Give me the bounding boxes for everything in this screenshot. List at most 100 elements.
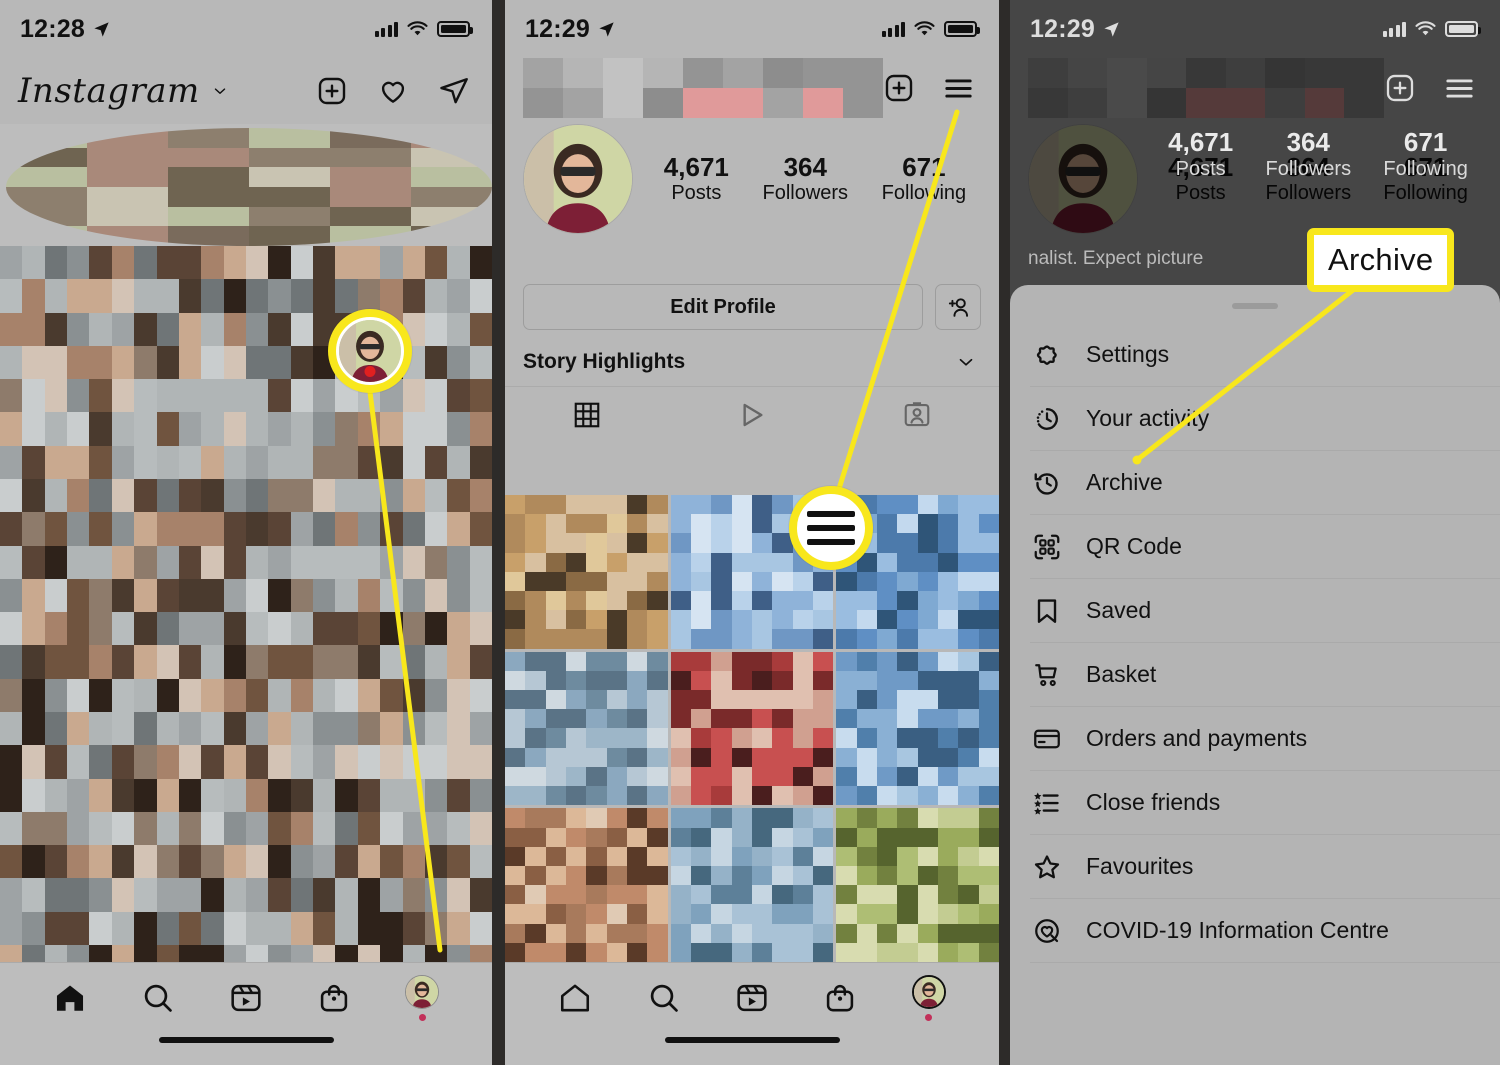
grid-photo-cell[interactable] (505, 495, 668, 649)
plus-square-icon[interactable] (316, 75, 348, 107)
grid-photo-cell[interactable] (670, 651, 834, 806)
pixel-block (792, 885, 813, 905)
pixel-block (643, 58, 683, 88)
pixel-block (111, 578, 135, 613)
pixel-block (424, 345, 448, 380)
pixel-block (751, 923, 773, 943)
pixel-block (917, 495, 938, 515)
grid-icon[interactable] (572, 400, 602, 430)
pixel-block (772, 865, 793, 886)
stat-following-top[interactable]: 671 Following (1383, 127, 1467, 181)
pixel-block (411, 128, 492, 148)
sheet-menu-item-favourites[interactable]: Favourites (1030, 835, 1500, 899)
search-icon[interactable] (141, 981, 175, 1015)
pixel-block (836, 610, 857, 630)
hamburger-menu-callout[interactable] (789, 486, 873, 570)
shop-icon[interactable] (317, 981, 351, 1015)
story-item[interactable] (6, 128, 492, 246)
pixel-block (22, 312, 45, 346)
sheet-grab-handle[interactable] (1232, 303, 1278, 309)
profile-avatar-tab-2[interactable] (911, 975, 946, 1021)
pixel-block (380, 911, 403, 945)
hamburger-menu-icon[interactable] (1443, 72, 1476, 105)
pixel-block (249, 147, 330, 168)
pixel-block (917, 747, 938, 767)
pixel-block (772, 827, 793, 847)
pixel-block (201, 745, 224, 779)
stat-posts[interactable]: 4,671 Posts (664, 152, 729, 206)
pixel-block (545, 923, 566, 943)
heart-icon[interactable] (377, 75, 409, 107)
pixel-block (268, 246, 291, 280)
sheet-menu-item-archive[interactable]: Archive (1030, 451, 1500, 515)
pixel-block (335, 878, 358, 912)
sheet-menu-item-orders-and-payments[interactable]: Orders and payments (1030, 707, 1500, 771)
pixel-block (563, 58, 603, 88)
stat-followers[interactable]: 364 Followers (762, 152, 848, 206)
pixel-block (156, 811, 179, 846)
pixel-block (223, 811, 246, 846)
feed-post-image[interactable] (0, 246, 492, 1065)
pixel-block (772, 942, 793, 962)
tagged-icon[interactable] (902, 400, 932, 430)
sheet-menu-item-settings[interactable]: Settings (1030, 323, 1500, 387)
reels-icon[interactable] (229, 981, 263, 1015)
home-icon[interactable] (53, 981, 87, 1015)
story-highlights-row[interactable]: Story Highlights (505, 330, 999, 374)
pixel-block (201, 445, 224, 479)
sheet-menu-item-close-friends[interactable]: Close friends (1030, 771, 1500, 835)
hamburger-menu-icon[interactable] (942, 72, 975, 105)
grid-photo-cell[interactable] (505, 651, 668, 806)
stat-following[interactable]: 671 Following (882, 152, 966, 206)
pixel-block (357, 578, 381, 613)
home-outline-icon[interactable] (558, 981, 592, 1015)
grid-photo-cell[interactable] (670, 808, 834, 962)
pixel-block (156, 745, 179, 779)
pixel-block (711, 786, 732, 806)
sheet-menu-item-qr-code[interactable]: QR Code (1030, 515, 1500, 579)
pixel-block (751, 651, 773, 671)
pixel-block (647, 670, 668, 691)
sheet-menu-item-saved[interactable]: Saved (1030, 579, 1500, 643)
reels-icon[interactable] (735, 981, 769, 1015)
sheet-menu-item-covid-19-information-centre[interactable]: COVID-19 Information Centre (1030, 899, 1500, 963)
reels-play-icon[interactable] (736, 399, 768, 431)
send-icon[interactable] (438, 75, 470, 107)
plus-square-icon[interactable] (1384, 72, 1416, 104)
profile-avatar[interactable] (405, 975, 439, 1009)
pixel-block (917, 629, 938, 649)
pixel-block (0, 645, 23, 679)
plus-square-icon[interactable] (883, 72, 915, 104)
profile-avatar-large[interactable] (523, 124, 633, 234)
pixel-block (313, 279, 336, 313)
pixel-block (643, 88, 683, 118)
profile-avatar[interactable] (911, 975, 946, 1009)
stat-posts-top[interactable]: 4,671 Posts (1168, 127, 1233, 181)
pixel-block (44, 711, 68, 746)
profile-avatar-callout[interactable] (328, 309, 412, 393)
search-icon[interactable] (647, 981, 681, 1015)
shop-icon[interactable] (823, 981, 857, 1015)
sheet-menu-item-your-activity[interactable]: Your activity (1030, 387, 1500, 451)
grid-photo-cell[interactable] (836, 808, 999, 962)
grid-photo-cell[interactable] (836, 651, 999, 806)
pixel-block (290, 745, 314, 779)
edit-profile-button[interactable]: Edit Profile (523, 284, 923, 330)
add-person-button[interactable] (935, 284, 981, 330)
instagram-logo-dropdown[interactable]: Instagram (18, 71, 229, 111)
stories-tray[interactable] (0, 124, 492, 246)
profile-tabs (505, 386, 999, 442)
profile-photo-grid[interactable] (505, 495, 999, 962)
screenshot-stage: 12:28 Instagram 12:29 4,671 Posts 364 Fo… (0, 0, 1500, 1065)
profile-avatar-tab-1[interactable] (405, 975, 439, 1021)
pixel-block (876, 571, 898, 592)
cellular-signal-icon (374, 21, 398, 37)
chevron-down-icon[interactable] (955, 351, 977, 373)
grid-photo-cell[interactable] (505, 808, 668, 962)
pixel-block (22, 379, 45, 413)
stat-followers-top[interactable]: 364 Followers (1266, 127, 1352, 181)
sheet-menu-item-basket[interactable]: Basket (1030, 643, 1500, 707)
chevron-down-icon[interactable] (211, 82, 229, 100)
pixel-block (917, 942, 938, 962)
pixel-block (134, 279, 157, 313)
